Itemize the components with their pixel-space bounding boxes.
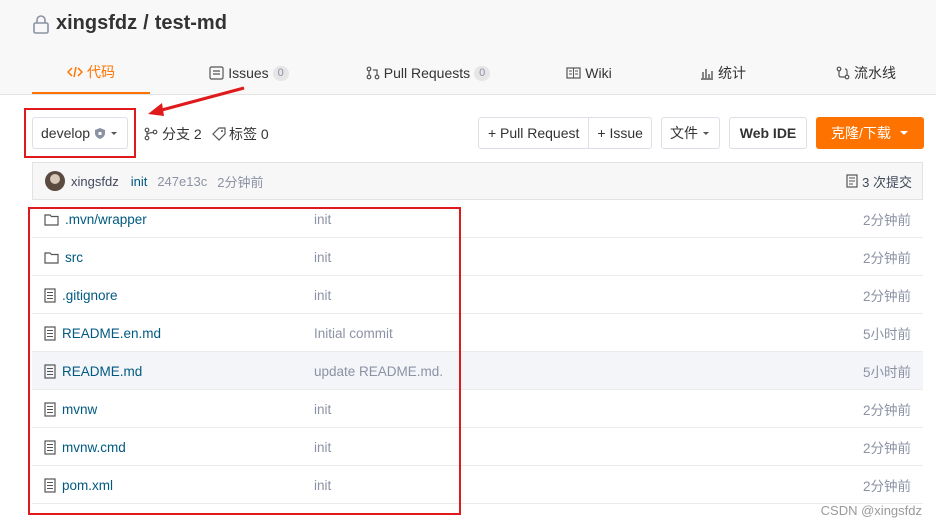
file-commit-time: 5小时前	[862, 365, 911, 380]
latest-commit-bar: xingsfdz init 247e13c 2分钟前 3 次提交	[32, 162, 923, 200]
branches-label: 分支 2	[162, 126, 202, 142]
tab-pull-requests[interactable]: Pull Requests 0	[362, 52, 494, 94]
new-issue-button[interactable]: + Issue	[589, 118, 651, 148]
branch-icon	[144, 127, 158, 141]
file-menu-button[interactable]: 文件	[661, 117, 720, 149]
tab-wiki-label: Wiki	[585, 65, 612, 81]
tab-pipeline-label: 流水线	[854, 65, 896, 81]
pull-request-icon	[366, 66, 380, 80]
commit-count-label: 3 次提交	[862, 174, 912, 190]
chevron-down-icon	[703, 132, 709, 135]
tab-issues-label: Issues	[228, 65, 269, 81]
watermark: CSDN @xingsfdz	[820, 503, 922, 518]
new-pull-request-button[interactable]: + Pull Request	[479, 118, 590, 148]
file-commit-time: 2分钟前	[862, 441, 911, 456]
wiki-icon	[566, 67, 581, 79]
file-commit-time: 2分钟前	[862, 479, 911, 494]
tab-stats-label: 统计	[718, 65, 746, 81]
code-icon	[67, 66, 83, 78]
document-icon	[846, 174, 858, 188]
tab-wiki[interactable]: Wiki	[556, 52, 622, 94]
repo-owner-link[interactable]: xingsfdz	[56, 12, 137, 35]
tags-label: 标签 0	[229, 126, 269, 142]
pr-issue-group: + Pull Request + Issue	[478, 117, 652, 149]
tag-icon	[212, 127, 226, 141]
web-ide-button[interactable]: Web IDE	[729, 117, 807, 149]
tab-pull-requests-label: Pull Requests	[383, 65, 471, 81]
repo-separator: /	[143, 12, 149, 34]
pipeline-icon	[836, 66, 850, 80]
tab-pipeline[interactable]: 流水线	[826, 52, 906, 94]
repo-name-link[interactable]: test-md	[155, 12, 227, 35]
commit-count-link[interactable]: 3 次提交	[846, 172, 912, 191]
annotation-arrow	[148, 86, 245, 116]
tab-pull-requests-count: 0	[474, 65, 491, 81]
repo-toolbar: develop 分支 2 标签 0 + Pull Request + Issue…	[0, 108, 936, 158]
file-commit-time: 2分钟前	[862, 289, 911, 304]
file-commit-time: 2分钟前	[862, 251, 911, 266]
branches-link[interactable]: 分支 2	[144, 124, 202, 144]
tab-code-label: 代码	[87, 64, 115, 80]
tab-code[interactable]: 代码	[32, 52, 150, 94]
clone-download-button[interactable]: 克隆/下载	[816, 117, 924, 149]
tab-issues-count: 0	[272, 65, 289, 81]
file-commit-time: 2分钟前	[862, 403, 911, 418]
commit-hash[interactable]: 247e13c	[157, 174, 207, 189]
chevron-down-icon	[899, 131, 908, 135]
annotation-box-branch	[24, 108, 136, 158]
lock-icon	[33, 14, 49, 34]
annotation-box-files	[28, 207, 461, 515]
repo-title: xingsfdz / test-md	[32, 12, 227, 35]
stats-icon	[701, 69, 713, 80]
file-commit-time: 5小时前	[862, 327, 911, 342]
commit-time: 2分钟前	[217, 174, 264, 190]
tab-stats[interactable]: 统计	[690, 52, 756, 94]
commit-message[interactable]: init	[131, 174, 148, 189]
repo-header: xingsfdz / test-md 代码 Issues 0 Pull Requ…	[0, 0, 936, 95]
file-menu-label: 文件	[670, 125, 698, 141]
issues-icon	[209, 66, 224, 80]
clone-download-label: 克隆/下载	[831, 125, 891, 141]
commit-author[interactable]: xingsfdz	[71, 174, 119, 189]
tags-link[interactable]: 标签 0	[212, 124, 269, 144]
file-commit-time: 2分钟前	[862, 213, 911, 228]
avatar[interactable]	[45, 171, 65, 191]
